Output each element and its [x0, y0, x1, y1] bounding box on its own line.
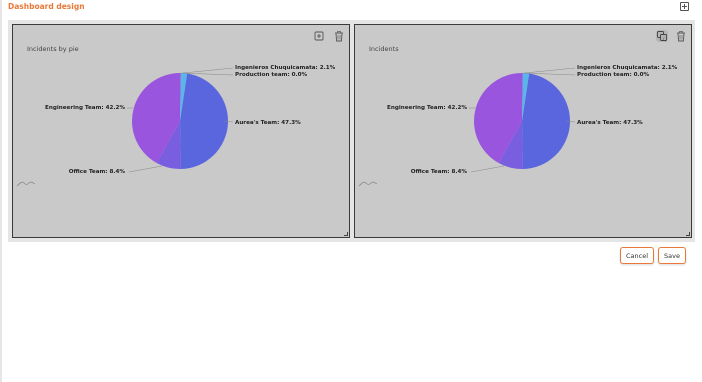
pie-label: Office Team: 8.4%	[411, 169, 468, 175]
pie-label: Engineering Team: 42.2%	[387, 105, 467, 111]
pie-label: Production team: 0.0%	[577, 72, 650, 78]
leader-line	[524, 67, 576, 74]
cancel-button[interactable]: Cancel	[620, 247, 654, 264]
widget-panel-incidents-by-pie[interactable]: Incidents by pie Aurea's Team: 47.3% Offi…	[12, 24, 350, 238]
resize-handle[interactable]	[344, 232, 348, 236]
dashboard-design-page: Dashboard design Incidents by pie Aurea'…	[0, 0, 702, 382]
pie-chart: Aurea's Team: 47.3% Office Team: 8.4% Engi…	[358, 65, 678, 187]
plus-square-icon[interactable]	[680, 2, 689, 11]
page-title: Dashboard design	[8, 2, 85, 11]
wave-icon	[358, 181, 378, 187]
leader-line	[128, 165, 163, 173]
pie-label: Production team: 0.0%	[235, 72, 308, 78]
leader-line	[470, 165, 505, 173]
pie-label: Ingenieros Chuquicamata: 2.1%	[235, 65, 336, 71]
pie-label: Aurea's Team: 47.3%	[235, 120, 301, 126]
widget-panel-incidents[interactable]: Incidents Aurea's Team: 47.3% Office Team…	[354, 24, 692, 238]
save-button[interactable]: Save	[658, 247, 686, 264]
pie-label: Ingenieros Chuquicamata: 2.1%	[577, 65, 678, 71]
left-border	[0, 0, 2, 382]
pie-label: Engineering Team: 42.2%	[45, 105, 125, 111]
pie-chart: Aurea's Team: 47.3% Office Team: 8.4% Engi…	[16, 65, 336, 187]
resize-handle[interactable]	[686, 232, 690, 236]
pie-label: Aurea's Team: 47.3%	[577, 120, 643, 126]
wave-icon	[16, 181, 36, 187]
pie-label: Office Team: 8.4%	[69, 169, 126, 175]
leader-line	[182, 67, 234, 74]
